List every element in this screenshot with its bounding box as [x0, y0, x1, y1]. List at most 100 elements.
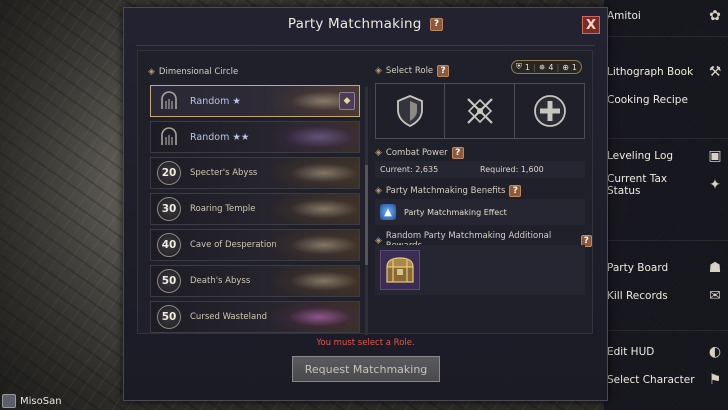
section-label: Select Role — [385, 66, 434, 76]
matchmaking-effect-icon: ▲ — [380, 204, 396, 220]
benefit-effect: ▲ Party Matchmaking Effect — [375, 199, 585, 225]
dungeon-art — [271, 230, 359, 260]
dungeon-name: Roaring Temple — [190, 204, 256, 214]
divider — [604, 330, 728, 331]
dungeon-art — [271, 194, 359, 224]
dungeon-art — [271, 158, 359, 188]
menu-item-kill-records[interactable]: Kill Records ✉ — [604, 286, 728, 306]
menu-item-label: Lithograph Book — [607, 66, 694, 78]
close-button[interactable]: X — [582, 16, 600, 34]
level-badge: 30 — [157, 197, 181, 221]
level-badge: 50 — [157, 305, 181, 329]
role-selector — [375, 83, 585, 139]
dungeon-row-specters-abyss[interactable]: 20 Specter's Abyss — [150, 157, 360, 189]
lock-icon: ◆ — [339, 92, 355, 110]
request-matchmaking-button[interactable]: Request Matchmaking — [292, 356, 440, 382]
edit-hud-icon: ◐ — [708, 344, 722, 360]
dungeon-row-random-2[interactable]: Random ★★ — [150, 121, 360, 153]
help-icon[interactable]: ? — [437, 65, 450, 77]
menu-item-label: Select Character — [607, 374, 695, 386]
rewards-box — [375, 245, 585, 295]
dimensional-circle-header: ◈ Dimensional Circle — [148, 67, 238, 77]
dungeon-name: Random ★ — [190, 95, 241, 107]
dungeon-name: Cave of Desperation — [190, 240, 277, 250]
menu-item-current-tax-status[interactable]: Current Tax Status ✦ — [604, 170, 728, 200]
menu-item-label: Kill Records — [607, 290, 668, 302]
party-matchmaking-dialog: Party Matchmaking ? X ◈ Dimensional Circ… — [123, 7, 608, 401]
dungeon-row-cave-of-desperation[interactable]: 40 Cave of Desperation — [150, 229, 360, 261]
dungeon-row-cursed-wasteland[interactable]: 50 Cursed Wasteland — [150, 301, 360, 333]
combat-power-header: ◈ Combat Power ? — [375, 147, 464, 159]
dungeon-name: Cursed Wasteland — [190, 312, 267, 322]
section-diamond-icon: ◈ — [375, 66, 382, 76]
damage-role-button[interactable] — [445, 83, 515, 139]
divider — [604, 138, 728, 139]
tank-count: 1 — [524, 62, 530, 72]
help-icon[interactable]: ? — [509, 185, 522, 197]
level-badge: 40 — [157, 233, 181, 257]
section-diamond-icon: ◈ — [375, 148, 382, 158]
player-avatar — [2, 394, 16, 408]
side-menu: Amitoi ✿ Lithograph Book ⚒ Cooking Recip… — [604, 0, 728, 410]
scrollbar-thumb[interactable] — [365, 165, 368, 265]
healer-count: 1 — [571, 62, 577, 72]
menu-item-cooking-recipe[interactable]: Cooking Recipe — [604, 90, 728, 110]
damage-small-icon: ✵ — [538, 62, 546, 72]
help-icon[interactable]: ? — [430, 17, 444, 31]
menu-item-label: Cooking Recipe — [607, 94, 688, 106]
help-icon[interactable]: ? — [451, 147, 464, 159]
dungeon-art — [271, 302, 359, 332]
required-combat-power: Required: 1,600 — [480, 165, 544, 174]
treasure-chest-icon[interactable] — [380, 250, 420, 290]
dungeon-row-random-1[interactable]: Random ★ ◆ — [150, 85, 360, 117]
level-badge: 50 — [157, 269, 181, 293]
tank-small-icon: ⛨ — [515, 62, 522, 71]
section-diamond-icon: ◈ — [148, 67, 155, 77]
select-role-header: ◈ Select Role ? — [375, 65, 450, 77]
healer-role-button[interactable] — [515, 83, 585, 139]
healer-cross-icon — [533, 95, 566, 127]
damage-count: 4 — [548, 62, 554, 72]
healer-small-icon: ⊕ — [562, 62, 569, 72]
section-diamond-icon: ◈ — [375, 186, 382, 196]
dungeon-art — [271, 122, 359, 152]
menu-item-amitoi[interactable]: Amitoi ✿ — [604, 6, 728, 26]
dialog-title-text: Party Matchmaking — [287, 16, 422, 32]
amitoi-icon: ✿ — [709, 8, 721, 24]
background-shadow — [0, 0, 120, 410]
divider — [604, 240, 728, 241]
title-divider — [136, 45, 595, 46]
dungeon-list-scrollbar[interactable] — [365, 87, 368, 335]
leveling-log-icon: ▣ — [708, 148, 722, 164]
menu-item-party-board[interactable]: Party Board ☗ — [604, 258, 728, 278]
dungeon-row-roaring-temple[interactable]: 30 Roaring Temple — [150, 193, 360, 225]
player-name: MisoSan — [20, 395, 62, 407]
damage-swords-icon — [466, 98, 493, 124]
menu-item-edit-hud[interactable]: Edit HUD ◐ — [604, 342, 728, 362]
dungeon-name: Death's Abyss — [190, 276, 251, 286]
combat-power-row: Current: 2,635 Required: 1,600 — [375, 161, 585, 178]
benefits-header: ◈ Party Matchmaking Benefits ? — [375, 185, 522, 197]
dungeon-row-deaths-abyss[interactable]: 50 Death's Abyss — [150, 265, 360, 297]
menu-item-label: Party Board — [607, 262, 669, 274]
menu-item-label: Current Tax Status — [607, 173, 668, 197]
menu-item-leveling-log[interactable]: Leveling Log ▣ — [604, 146, 728, 166]
menu-item-select-character[interactable]: Select Character ⚑ — [604, 370, 728, 390]
tank-role-button[interactable] — [375, 83, 445, 139]
menu-item-lithograph-book[interactable]: Lithograph Book ⚒ — [604, 60, 728, 84]
section-label: Dimensional Circle — [158, 67, 239, 77]
section-label: Party Matchmaking Benefits — [385, 186, 506, 196]
menu-item-label: Edit HUD — [607, 346, 655, 358]
divider — [604, 36, 728, 37]
lithograph-icon: ⚒ — [708, 64, 722, 80]
gate-icon — [157, 125, 181, 149]
dungeon-list: Random ★ ◆ Random ★★ 20 Specter's Abyss … — [150, 85, 360, 335]
dialog-content: ◈ Dimensional Circle Random ★ ◆ Random ★… — [137, 50, 593, 335]
benefit-effect-text: Party Matchmaking Effect — [404, 207, 507, 217]
kill-records-icon: ✉ — [709, 288, 721, 304]
tax-status-icon: ✦ — [709, 177, 721, 193]
role-warning: You must select a Role. — [316, 338, 415, 348]
role-counts: ⛨ 1 | ✵ 4 | ⊕ 1 — [510, 60, 582, 74]
gate-icon — [157, 89, 181, 113]
dungeon-name: Specter's Abyss — [190, 168, 258, 178]
